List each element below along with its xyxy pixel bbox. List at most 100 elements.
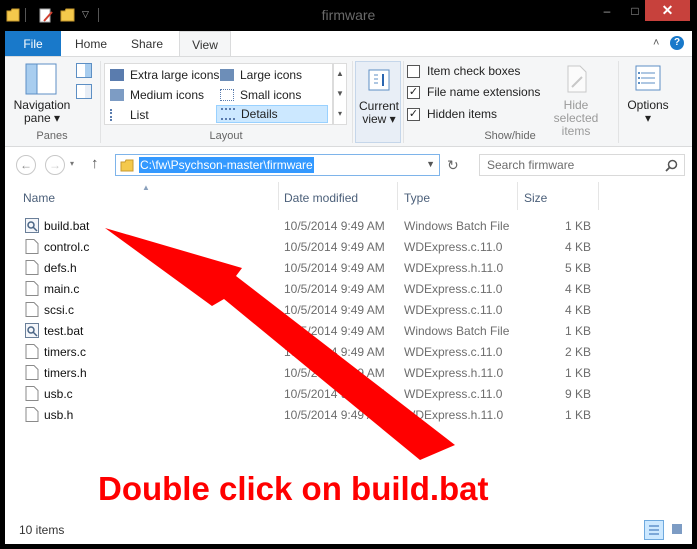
file-type: WDExpress.h.11.0 xyxy=(404,366,504,380)
layout-details[interactable]: Details xyxy=(216,105,328,123)
file-row[interactable]: build.bat 10/5/2014 9:49 AM Windows Batch … xyxy=(19,215,599,236)
file-row[interactable]: timers.c 10/5/2014 9:49 AM WDExpress.c.11.… xyxy=(19,341,599,362)
file-type: WDExpress.c.11.0 xyxy=(404,387,503,401)
navigation-pane-button[interactable]: Navigation pane ▾ xyxy=(11,99,73,125)
minimize-ribbon-icon[interactable]: ˄ xyxy=(653,37,659,49)
file-date: 10/5/2014 9:49 AM xyxy=(284,324,385,338)
file-list: ▲ Name Date modified Type Size build.bat… xyxy=(5,182,692,515)
document-icon xyxy=(25,260,39,275)
tab-home[interactable]: Home xyxy=(65,31,117,56)
options-button[interactable]: Options ▾ xyxy=(621,99,675,125)
file-date: 10/5/2014 9:49 AM xyxy=(284,282,385,296)
item-count: 10 items xyxy=(19,523,65,537)
item-check-boxes-toggle[interactable]: Item check boxes xyxy=(407,64,520,78)
refresh-icon[interactable]: ↻ xyxy=(447,157,459,174)
file-row[interactable]: test.bat 10/5/2014 9:49 AM Windows Batch F… xyxy=(19,320,599,341)
file-name-extensions-checkbox[interactable]: ✓ xyxy=(407,85,420,99)
search-input[interactable]: Search firmware xyxy=(479,154,685,176)
column-header-type[interactable]: Type xyxy=(404,191,430,205)
column-divider[interactable] xyxy=(278,182,279,210)
layout-small-icons[interactable]: Small icons xyxy=(220,86,330,104)
help-icon[interactable]: ? xyxy=(670,36,684,50)
folder-icon xyxy=(120,159,134,172)
file-date: 10/5/2014 9:49 AM xyxy=(284,387,385,401)
column-divider[interactable] xyxy=(517,182,518,210)
file-row[interactable]: control.c 10/5/2014 9:49 AM WDExpress.c.11… xyxy=(19,236,599,257)
address-path: C:\fw\Psychson-master\firmware xyxy=(139,157,314,173)
file-row[interactable]: defs.h 10/5/2014 9:49 AM WDExpress.h.11.0 5… xyxy=(19,257,599,278)
search-icon xyxy=(665,159,678,172)
group-divider xyxy=(403,61,404,143)
tab-share[interactable]: Share xyxy=(121,31,173,56)
annotation-caption: Double click on build.bat xyxy=(98,470,489,507)
file-name: build.bat xyxy=(44,219,90,233)
column-header-date[interactable]: Date modified xyxy=(284,191,358,205)
document-icon xyxy=(25,302,39,317)
file-size: 4 KB xyxy=(564,240,591,254)
file-type: WDExpress.c.11.0 xyxy=(404,345,503,359)
group-divider xyxy=(352,61,353,143)
layout-list[interactable]: List xyxy=(110,106,220,124)
document-icon xyxy=(25,365,39,380)
document-icon xyxy=(25,281,39,296)
hidden-items-checkbox[interactable]: ✓ xyxy=(407,107,420,121)
item-check-boxes-checkbox[interactable] xyxy=(407,64,420,78)
group-divider xyxy=(618,61,619,143)
file-size: 4 KB xyxy=(564,282,591,296)
ribbon: Navigation pane ▾ Panes Extra large icon… xyxy=(5,56,692,147)
file-row[interactable]: usb.h 10/5/2014 9:49 AM WDExpress.h.11.0 1 … xyxy=(19,404,599,425)
layout-extra-large-icons[interactable]: Extra large icons xyxy=(110,66,220,84)
sort-ascending-icon: ▲ xyxy=(142,183,150,192)
details-view-icon xyxy=(649,525,659,535)
back-button[interactable]: ← xyxy=(16,155,36,175)
file-size: 9 KB xyxy=(564,387,591,401)
layout-large-icons[interactable]: Large icons xyxy=(220,66,330,84)
details-view-toggle[interactable] xyxy=(644,520,664,540)
file-size: 2 KB xyxy=(564,345,591,359)
hide-selected-icon xyxy=(567,65,587,93)
preview-pane-icon[interactable] xyxy=(76,63,92,78)
tab-file[interactable]: File xyxy=(5,31,61,56)
large-icons-icon xyxy=(220,69,234,81)
up-arrow-icon[interactable]: ↑ xyxy=(91,155,99,172)
file-date: 10/5/2014 9:49 AM xyxy=(284,408,385,422)
tab-view[interactable]: View xyxy=(179,31,231,57)
file-type: WDExpress.c.11.0 xyxy=(404,240,503,254)
file-size: 1 KB xyxy=(564,219,591,233)
file-name: defs.h xyxy=(44,261,77,275)
column-divider[interactable] xyxy=(397,182,398,210)
address-input[interactable]: C:\fw\Psychson-master\firmware ▼ xyxy=(115,154,440,176)
large-icons-view-icon xyxy=(672,524,682,534)
file-type: WDExpress.c.11.0 xyxy=(404,303,503,317)
file-row[interactable]: main.c 10/5/2014 9:49 AM WDExpress.c.11.0 4… xyxy=(19,278,599,299)
large-icons-view-toggle[interactable] xyxy=(668,520,688,540)
column-header-size[interactable]: Size xyxy=(524,191,547,205)
file-type: Windows Batch File xyxy=(404,219,510,233)
file-name: usb.h xyxy=(44,408,74,422)
minimize-button[interactable]: – xyxy=(593,0,621,22)
document-icon xyxy=(25,407,39,422)
file-date: 10/5/2014 9:49 AM xyxy=(284,366,385,380)
address-dropdown-chevron-icon[interactable]: ▼ xyxy=(426,159,435,169)
close-button[interactable]: ✕ xyxy=(645,0,690,21)
file-size: 5 KB xyxy=(564,261,591,275)
file-row[interactable]: usb.c 10/5/2014 9:49 AM WDExpress.c.11.0 9 … xyxy=(19,383,599,404)
current-view-button[interactable]: Current view ▾ xyxy=(355,61,401,143)
column-header-name[interactable]: Name xyxy=(23,191,55,205)
details-pane-icon[interactable] xyxy=(76,84,92,99)
file-name: timers.h xyxy=(44,366,87,380)
forward-button[interactable]: → xyxy=(45,155,65,175)
hidden-items-toggle[interactable]: ✓ Hidden items xyxy=(407,107,497,121)
layout-medium-icons[interactable]: Medium icons xyxy=(110,86,220,104)
file-date: 10/5/2014 9:49 AM xyxy=(284,303,385,317)
file-name: test.bat xyxy=(44,324,84,338)
recent-locations-chevron-icon[interactable]: ▾ xyxy=(70,159,74,168)
file-name-extensions-toggle[interactable]: ✓ File name extensions xyxy=(407,85,540,99)
search-placeholder: Search firmware xyxy=(487,158,575,172)
file-row[interactable]: scsi.c 10/5/2014 9:49 AM WDExpress.c.11.0 4… xyxy=(19,299,599,320)
file-type: WDExpress.h.11.0 xyxy=(404,261,504,275)
column-divider[interactable] xyxy=(598,182,599,210)
panes-group-label: Panes xyxy=(36,130,68,142)
layout-scroll[interactable]: ▲ ▼ ▾ xyxy=(333,63,347,125)
file-row[interactable]: timers.h 10/5/2014 9:49 AM WDExpress.h.11.… xyxy=(19,362,599,383)
